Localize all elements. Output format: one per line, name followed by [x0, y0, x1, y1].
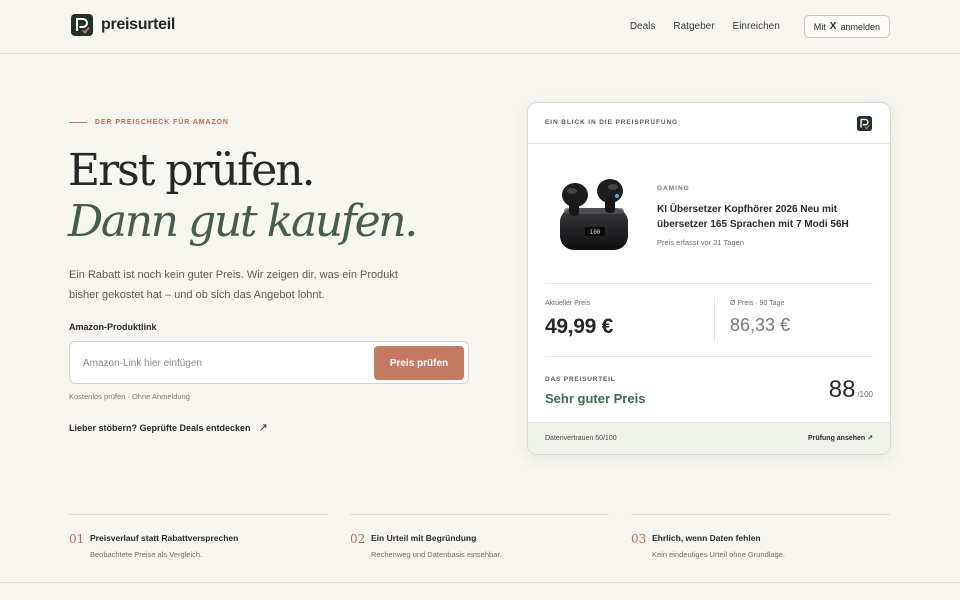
- hero-title-line1: Erst prüfen.: [68, 145, 316, 196]
- product-name: KI Übersetzer Kopfhörer 2026 Neu mit übe…: [657, 204, 849, 230]
- current-price-value: 49,99 €: [545, 315, 613, 338]
- brand-name: preisurteil: [101, 16, 176, 33]
- main-nav: Deals Ratgeber Einreichen Mit X anmelden: [630, 15, 890, 38]
- browse-deals-label: Lieber stöbern? Geprüfte Deals entdecken: [69, 422, 251, 433]
- divider: [545, 283, 873, 284]
- card-header-title: EIN BLICK IN DIE PREISPRÜFUNG: [545, 119, 678, 126]
- feature-number: 03: [631, 532, 647, 546]
- feature-text: Beobachtete Preise als Vergleich.: [90, 550, 203, 559]
- login-prefix: Mit: [813, 21, 826, 32]
- score-number: 88: [828, 376, 856, 403]
- verdict-value: Sehr guter Preis: [545, 391, 646, 406]
- hero-hint: Kostenlos prüfen · Ohne Anmeldung: [69, 392, 190, 401]
- hero-lead: Ein Rabatt ist noch kein guter Preis. Wi…: [69, 269, 398, 301]
- browse-deals-link[interactable]: Lieber stöbern? Geprüfte Deals entdecken…: [69, 421, 268, 434]
- nav-einreichen[interactable]: Einreichen: [733, 16, 780, 38]
- vertical-divider: [714, 297, 715, 342]
- feature-item: 01 Preisverlauf statt Rabattversprechen …: [69, 514, 328, 559]
- card-footer: Datenvertrauen 50/100 Prüfung ansehen ↗: [528, 422, 890, 454]
- avg-price-value: 86,33 €: [730, 315, 791, 335]
- check-price-button[interactable]: Preis prüfen: [374, 346, 464, 380]
- divider: [545, 356, 873, 357]
- amazon-link-input[interactable]: [83, 353, 363, 373]
- current-price-label: Aktueller Preis: [545, 300, 591, 307]
- feature-item: 03 Ehrlich, wenn Daten fehlen Kein einde…: [631, 514, 890, 559]
- x-logo-icon: X: [829, 21, 837, 32]
- feature-number: 02: [350, 532, 366, 546]
- amazon-link-label: Amazon-Produktlink: [69, 322, 157, 332]
- feature-text: Kein eindeutiges Urteil ohne Grundlage.: [652, 550, 786, 559]
- bottom-divider: [0, 582, 960, 583]
- feature-title: Ein Urteil mit Begründung: [371, 533, 477, 543]
- eyebrow-line: [69, 122, 87, 123]
- feature-text: Rechenweg und Datenbasis einsehbar.: [371, 550, 502, 559]
- card-header: EIN BLICK IN DIE PREISPRÜFUNG: [528, 103, 890, 144]
- logo[interactable]: preisurteil: [71, 14, 175, 36]
- feature-title: Ehrlich, wenn Daten fehlen: [652, 533, 761, 543]
- feature-number: 01: [69, 532, 85, 546]
- login-action: anmelden: [840, 21, 880, 32]
- product-category: GAMING: [657, 185, 690, 192]
- feature-title: Preisverlauf statt Rabattversprechen: [90, 533, 239, 543]
- view-check-link[interactable]: Prüfung ansehen ↗: [808, 434, 873, 442]
- verdict-score: 88 /100: [829, 376, 873, 404]
- hero-title-line2: Dann gut kaufen.: [68, 196, 418, 247]
- link-input-wrapper: Preis prüfen: [69, 341, 469, 384]
- logo-icon: [857, 116, 872, 131]
- price-recorded-meta: Preis erfasst vor 21 Tagen: [657, 238, 744, 247]
- nav-deals[interactable]: Deals: [630, 16, 656, 38]
- data-confidence: Datenvertrauen 50/100: [545, 435, 617, 442]
- avg-price-label: Ø Preis · 90 Tage: [730, 300, 785, 307]
- arrow-up-right-icon: ↗: [258, 422, 268, 434]
- feature-item: 02 Ein Urteil mit Begründung Rechenweg u…: [350, 514, 609, 559]
- eyebrow-text: DER PREISCHECK FÜR AMAZON: [95, 119, 229, 126]
- price-check-preview-card: EIN BLICK IN DIE PREISPRÜFUNG 100 GAMING…: [527, 102, 891, 455]
- svg-text:100: 100: [590, 229, 601, 236]
- nav-ratgeber[interactable]: Ratgeber: [673, 16, 714, 38]
- logo-icon: [71, 14, 93, 36]
- login-with-x-button[interactable]: Mit X anmelden: [803, 15, 890, 38]
- site-header: preisurteil Deals Ratgeber Einreichen Mi…: [0, 0, 960, 54]
- verdict-label: DAS PREISURTEIL: [545, 376, 616, 383]
- eyebrow: DER PREISCHECK FÜR AMAZON: [69, 119, 229, 126]
- earbuds-product-image: 100: [560, 179, 628, 250]
- score-max: /100: [857, 390, 873, 399]
